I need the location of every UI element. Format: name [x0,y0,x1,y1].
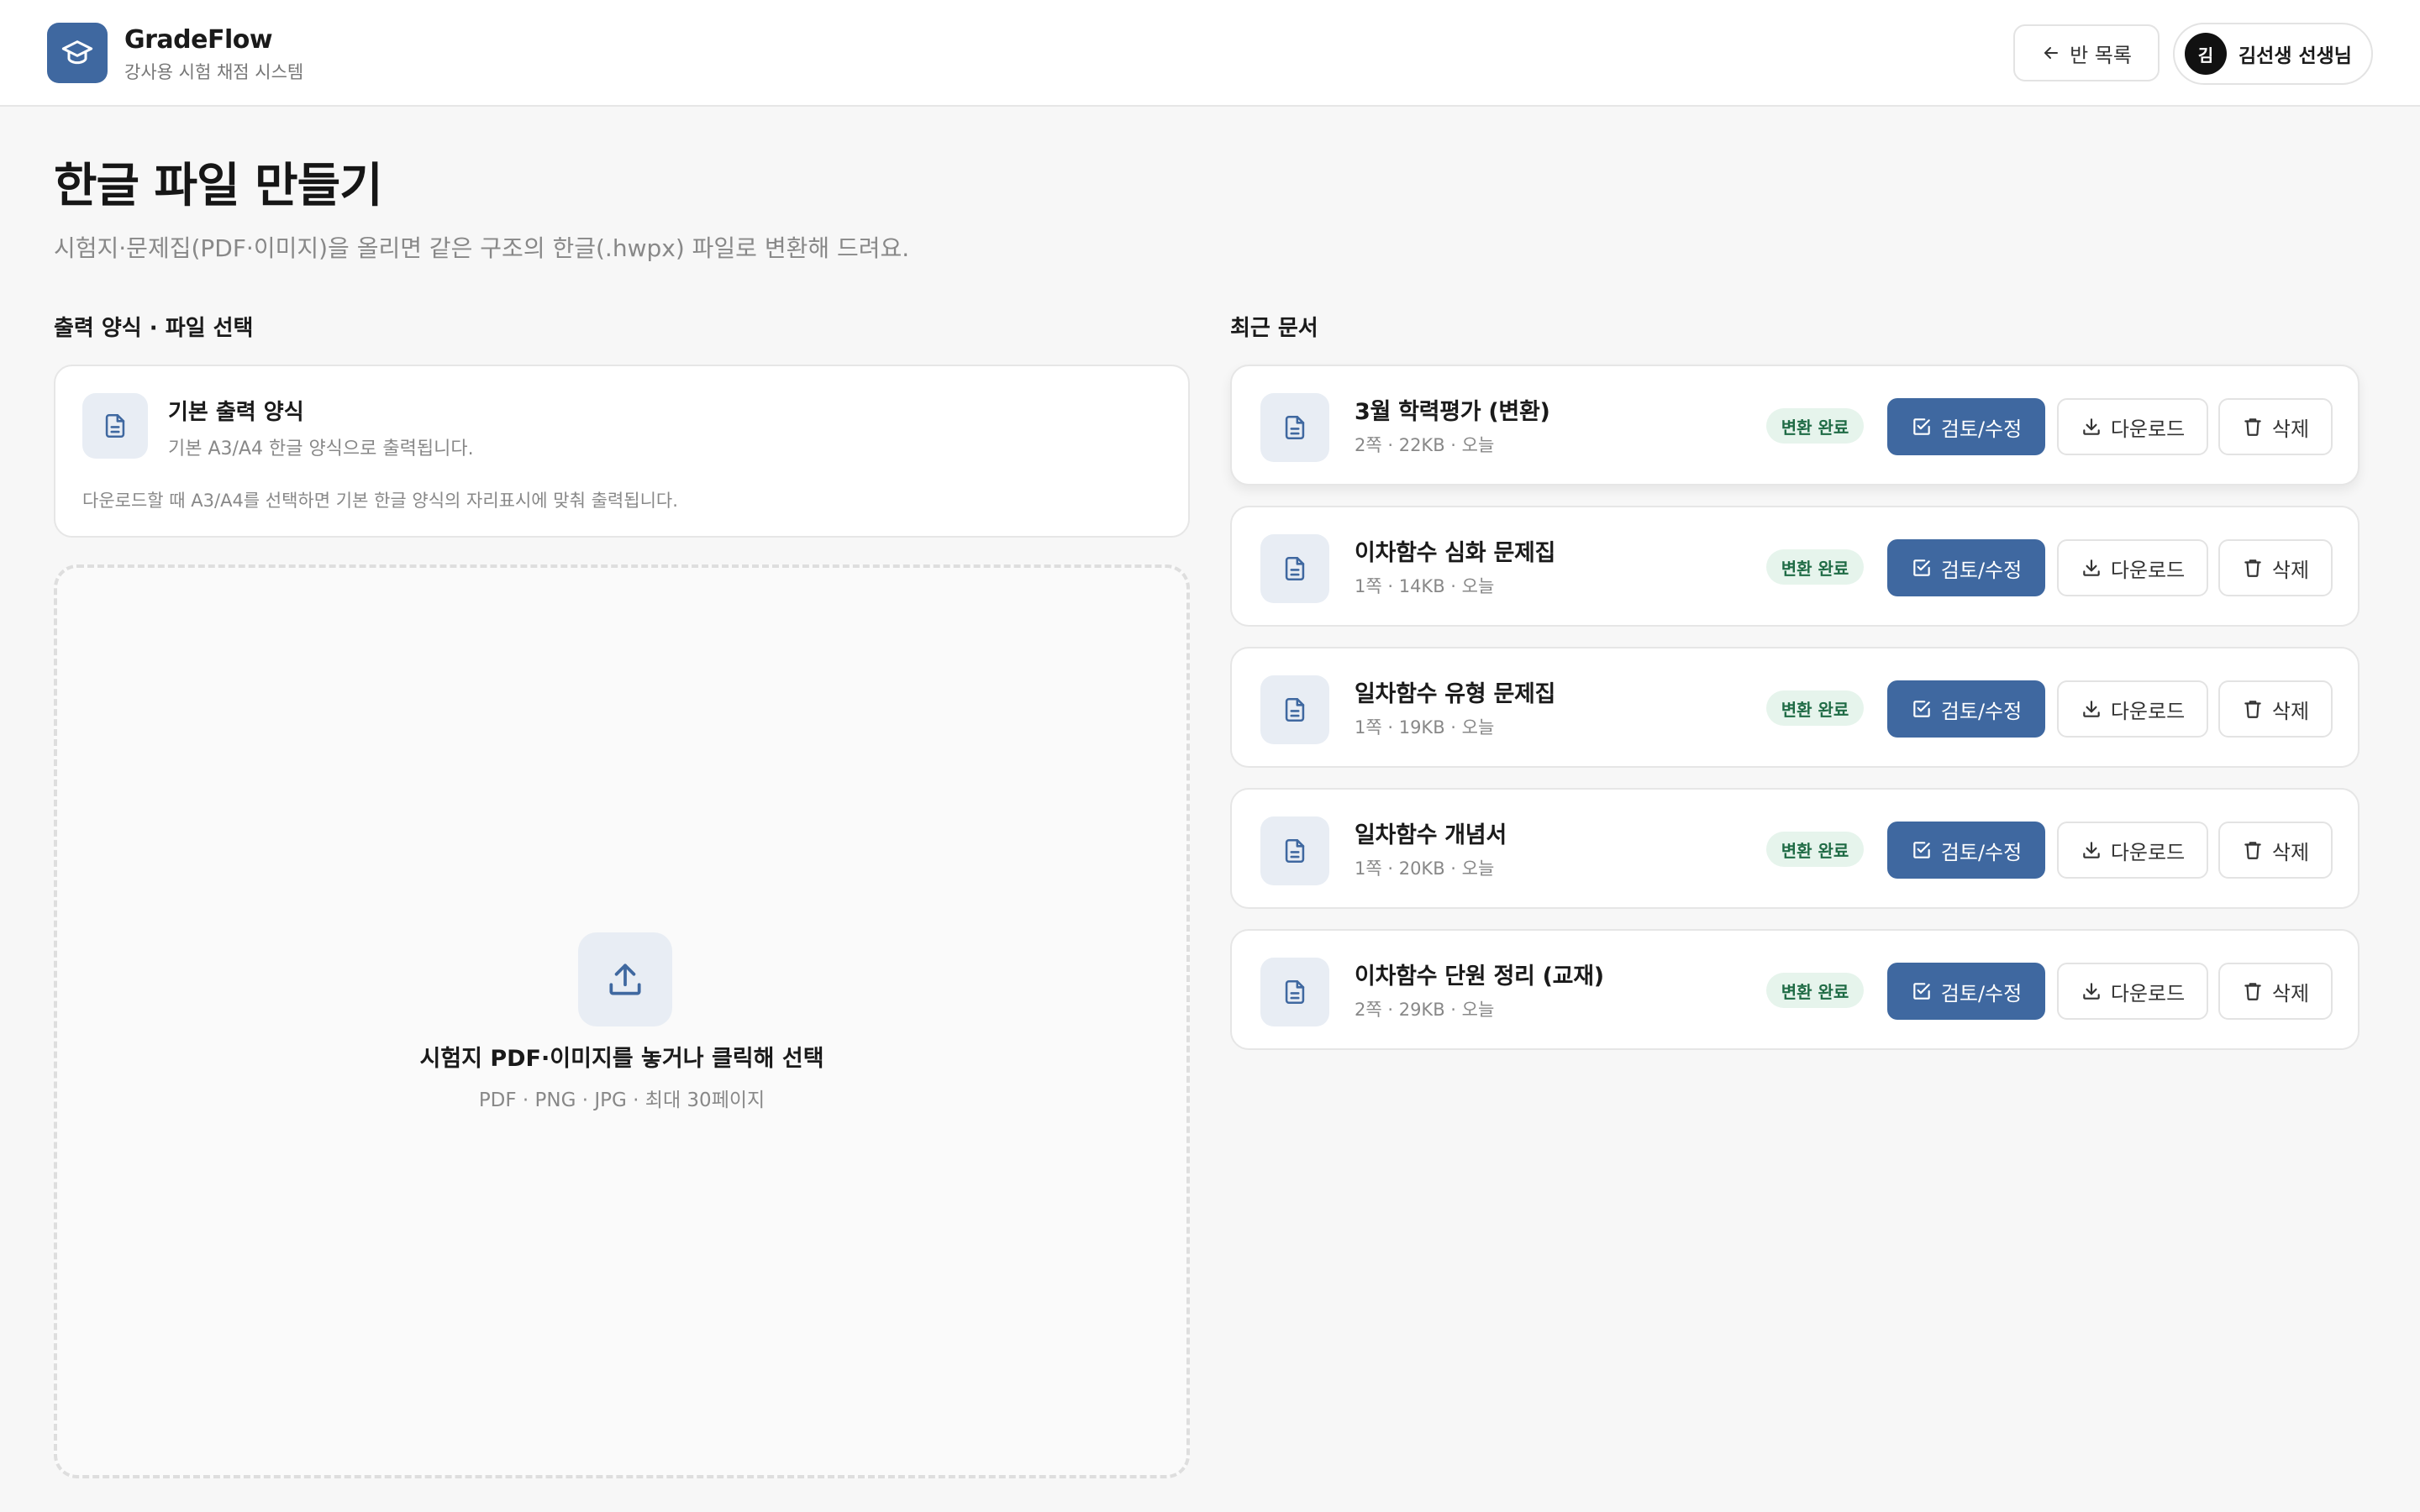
download-label: 다운로드 [2110,558,2186,582]
delete-label: 삭제 [2271,981,2310,1005]
doc-row: 3월 학력평가 (변환) 2쪽 · 22KB · 오늘 변환 완료 검토/수정 … [1230,365,2360,486]
file-dropzone[interactable]: 시험지 PDF·이미지를 놓거나 클릭해 선택 PDF · PNG · JPG … [54,564,1190,1478]
format-description: 기본 A3/A4 한글 양식으로 출력됩니다. [168,438,474,459]
download-icon [2081,698,2102,720]
doc-row: 이차함수 심화 문제집 1쪽 · 14KB · 오늘 변환 완료 검토/수정 다… [1230,506,2360,627]
review-edit-button[interactable]: 검토/수정 [1887,963,2045,1020]
doc-name: 일차함수 유형 문제집 [1355,681,1556,707]
format-note: 다운로드할 때 A3/A4를 선택하면 기본 한글 양식의 자리표시에 맞춰 출… [82,491,678,511]
dropzone-subtitle: PDF · PNG · JPG · 최대 30페이지 [478,1089,765,1111]
graduation-cap-icon[interactable] [47,23,108,83]
top-header: GradeFlow 강사용 시험 채점 시스템 반 목록 김 김선생 선생님 [0,0,2420,107]
page-title: 한글 파일 만들기 [54,159,383,213]
user-menu-button[interactable]: 김 김선생 선생님 [2173,23,2373,85]
checkbox-icon [1911,839,1933,861]
review-label: 검토/수정 [1940,699,2023,723]
download-label: 다운로드 [2110,840,2186,864]
status-badge: 변환 완료 [1766,973,1864,1008]
download-label: 다운로드 [2110,699,2186,723]
page-description: 시험지·문제집(PDF·이미지)을 올리면 같은 구조의 한글(.hwpx) 파… [54,234,910,262]
download-icon [2081,839,2102,861]
checkbox-icon [1911,980,1933,1002]
recent-docs-section-title: 최근 문서 [1230,316,1318,341]
status-badge: 변환 완료 [1766,549,1864,585]
doc-meta: 1쪽 · 14KB · 오늘 [1355,576,1495,596]
doc-name: 일차함수 개념서 [1355,822,1507,848]
delete-label: 삭제 [2271,840,2310,864]
document-icon [1260,958,1329,1026]
app-subtitle: 강사용 시험 채점 시스템 [124,62,304,82]
back-to-class-list-button[interactable]: 반 목록 [2013,24,2160,81]
doc-meta: 2쪽 · 29KB · 오늘 [1355,1000,1495,1020]
review-edit-button[interactable]: 검토/수정 [1887,680,2045,738]
document-icon [1260,816,1329,885]
download-button[interactable]: 다운로드 [2057,822,2208,879]
download-button[interactable]: 다운로드 [2057,680,2208,738]
doc-row: 이차함수 단원 정리 (교재) 2쪽 · 29KB · 오늘 변환 완료 검토/… [1230,929,2360,1050]
download-icon [2081,416,2102,438]
review-label: 검토/수정 [1940,558,2023,582]
doc-meta: 1쪽 · 20KB · 오늘 [1355,858,1495,879]
document-icon [1260,534,1329,603]
download-icon [2081,980,2102,1002]
delete-label: 삭제 [2271,558,2310,582]
download-button[interactable]: 다운로드 [2057,963,2208,1020]
avatar: 김 [2185,33,2227,75]
download-label: 다운로드 [2110,417,2186,441]
download-icon [2081,557,2102,579]
delete-button[interactable]: 삭제 [2218,680,2333,738]
checkbox-icon [1911,698,1933,720]
upload-icon [578,932,672,1026]
doc-name: 이차함수 단원 정리 (교재) [1355,963,1604,990]
doc-row: 일차함수 개념서 1쪽 · 20KB · 오늘 변환 완료 검토/수정 다운로드 [1230,788,2360,909]
download-button[interactable]: 다운로드 [2057,539,2208,596]
doc-row: 일차함수 유형 문제집 1쪽 · 19KB · 오늘 변환 완료 검토/수정 다… [1230,647,2360,768]
download-button[interactable]: 다운로드 [2057,398,2208,455]
trash-icon [2242,698,2264,720]
checkbox-icon [1911,416,1933,438]
review-edit-button[interactable]: 검토/수정 [1887,822,2045,879]
doc-meta: 1쪽 · 19KB · 오늘 [1355,717,1495,738]
review-edit-button[interactable]: 검토/수정 [1887,398,2045,455]
back-label: 반 목록 [2070,43,2132,67]
trash-icon [2242,980,2264,1002]
doc-meta: 2쪽 · 22KB · 오늘 [1355,435,1495,455]
arrow-left-icon [2041,43,2061,63]
trash-icon [2242,839,2264,861]
review-label: 검토/수정 [1940,981,2023,1005]
delete-button[interactable]: 삭제 [2218,963,2333,1020]
review-label: 검토/수정 [1940,840,2023,864]
status-badge: 변환 완료 [1766,408,1864,444]
document-icon [1260,393,1329,462]
delete-label: 삭제 [2271,699,2310,723]
trash-icon [2242,557,2264,579]
review-edit-button[interactable]: 검토/수정 [1887,539,2045,596]
checkbox-icon [1911,557,1933,579]
app-name: GradeFlow [124,25,273,55]
status-badge: 변환 완료 [1766,690,1864,726]
doc-name: 이차함수 심화 문제집 [1355,540,1556,566]
default-output-format-card[interactable]: 기본 출력 양식 기본 A3/A4 한글 양식으로 출력됩니다. 다운로드할 때… [54,365,1190,538]
user-name: 김선생 선생님 [2238,45,2352,67]
dropzone-title: 시험지 PDF·이미지를 놓거나 클릭해 선택 [419,1046,824,1072]
document-icon [1260,675,1329,744]
trash-icon [2242,416,2264,438]
download-label: 다운로드 [2110,981,2186,1005]
delete-button[interactable]: 삭제 [2218,822,2333,879]
doc-name: 3월 학력평가 (변환) [1355,399,1550,425]
delete-button[interactable]: 삭제 [2218,398,2333,455]
delete-button[interactable]: 삭제 [2218,539,2333,596]
review-label: 검토/수정 [1940,417,2023,441]
output-format-section-title: 출력 양식 · 파일 선택 [54,316,254,341]
document-icon [82,393,148,459]
status-badge: 변환 완료 [1766,832,1864,867]
delete-label: 삭제 [2271,417,2310,441]
format-title: 기본 출력 양식 [168,400,304,425]
